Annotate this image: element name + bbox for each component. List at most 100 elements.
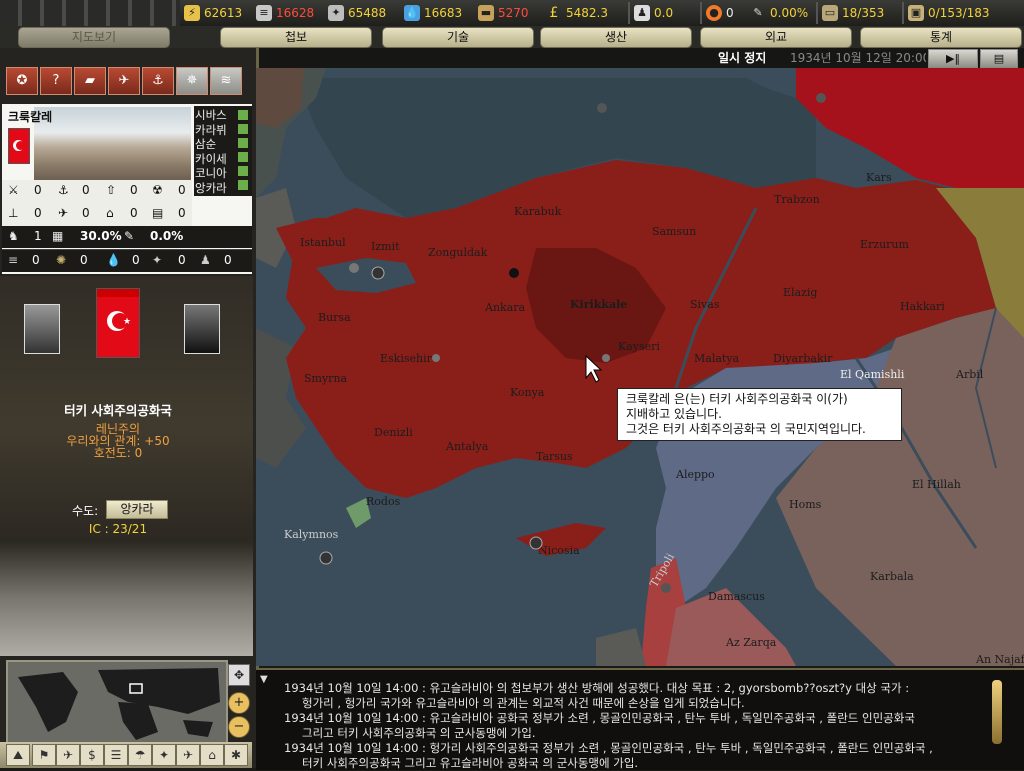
- resource-dissent: ✎ 0.00%: [750, 4, 808, 22]
- log-collapse-icon[interactable]: ▼: [260, 674, 268, 685]
- oil-icon: 💧: [404, 5, 420, 21]
- log-scrollbar[interactable]: [992, 680, 1002, 744]
- nuclear-icon: ☢: [152, 183, 163, 197]
- rocket-icon: ⇧: [106, 183, 117, 197]
- building-item[interactable]: 카이세: [195, 152, 227, 167]
- resistance-icon: ♞: [8, 229, 19, 243]
- nation-flag[interactable]: ★: [96, 288, 140, 358]
- resource-energy: ⚡ 62613: [184, 4, 242, 22]
- stat-navalbase: 0: [82, 183, 90, 197]
- supply-mode-icon[interactable]: ✈: [56, 744, 80, 766]
- toolbar-info-button[interactable]: ?: [40, 67, 72, 95]
- nation-emblem: [0, 0, 180, 26]
- building-item[interactable]: 삼순: [195, 137, 227, 152]
- minister-portrait[interactable]: [184, 304, 220, 354]
- naval-base-icon: ⚓: [58, 183, 69, 197]
- minimap[interactable]: [6, 660, 228, 744]
- manpower-icon: ♟: [200, 253, 211, 267]
- label-arbil: Arbil: [955, 368, 984, 381]
- label-kayseri: Kayseri: [618, 340, 660, 353]
- stat-flak: 0: [34, 206, 42, 220]
- stat-oil: 0: [132, 253, 140, 267]
- building-item[interactable]: 코니아: [195, 166, 227, 181]
- leader-portrait[interactable]: [24, 304, 60, 354]
- province-resources: ≡ 0 ✺ 0 💧 0 ✦ 0 ♟ 0: [2, 249, 252, 272]
- stat-manpower: 0: [224, 253, 232, 267]
- menu-button[interactable]: ▤: [980, 49, 1018, 68]
- resource-oil: 💧 16683: [404, 5, 463, 21]
- toolbar-fleet-button[interactable]: ≋: [210, 67, 242, 95]
- infrastructure-icon: ▦: [52, 229, 64, 243]
- toolbar-navy-button[interactable]: ⚓: [142, 67, 174, 95]
- building-item[interactable]: 시바스: [195, 108, 227, 123]
- supply-icon: ▤: [152, 206, 164, 220]
- label-smyrna: Smyrna: [304, 372, 348, 385]
- zoom-icon[interactable]: ✥: [228, 664, 250, 686]
- metal-icon: ✦: [152, 253, 163, 267]
- tab-stats[interactable]: 통계: [860, 27, 1022, 48]
- toolbar-air-button[interactable]: ✈: [108, 67, 140, 95]
- air-mode-icon[interactable]: ✈: [176, 744, 200, 766]
- political-mode-icon[interactable]: ⚑: [32, 744, 56, 766]
- label-homs: Homs: [789, 498, 822, 511]
- rare-icon: ✺: [56, 253, 67, 267]
- label-elazig: Elazig: [783, 286, 817, 299]
- separator: [816, 2, 818, 24]
- province-name: 크룩칼레: [8, 110, 53, 124]
- menu-icon: ▤: [993, 52, 1005, 65]
- capital-button[interactable]: 앙카라: [106, 500, 168, 519]
- resource-mode-icon[interactable]: ☰: [104, 744, 128, 766]
- anchor-icon: ⚓: [152, 73, 164, 88]
- stat-rare: 0: [80, 253, 88, 267]
- province-flag: [8, 128, 30, 164]
- zoom-out-icon[interactable]: −: [228, 716, 250, 738]
- resource-metal: ≡ 16628: [256, 4, 314, 22]
- label-denizli: Denizli: [374, 426, 413, 439]
- world-map[interactable]: Karabuk Samsun Trabzon Kars Zonguldak Is…: [256, 68, 1024, 666]
- toolbar-star-button[interactable]: ✵: [176, 67, 208, 95]
- tooltip-line: 지배하고 있습니다.: [626, 407, 722, 421]
- zoom-in-icon[interactable]: +: [228, 692, 250, 714]
- terrain-mode-icon[interactable]: ⛰: [6, 744, 30, 766]
- tab-diplomacy[interactable]: 외교: [700, 27, 852, 48]
- label-izmit: Izmit: [371, 240, 400, 253]
- rare-materials-icon: ✦: [328, 5, 344, 21]
- resource-supplies: ▬ 5270: [478, 4, 529, 22]
- toolbar-unit-button[interactable]: ✪: [6, 67, 38, 95]
- building-item[interactable]: 카라뷔: [195, 123, 227, 138]
- label-azzarqa: Az Zarqa: [725, 636, 777, 649]
- label-karabuk: Karabuk: [514, 205, 562, 218]
- play-pause-button[interactable]: ▶‖: [928, 49, 978, 68]
- weather-mode-icon[interactable]: ☂: [128, 744, 152, 766]
- log-line: 1934년 10월 10일 14:00 : 유고슬라비아 공화국 정부가 소련 …: [284, 711, 915, 725]
- fleet-icon: ≋: [220, 73, 232, 88]
- label-elhillah: El Hillah: [912, 478, 961, 491]
- stat-energy: 0: [32, 253, 40, 267]
- map-graphic: Karabuk Samsun Trabzon Kars Zonguldak Is…: [256, 68, 1024, 666]
- diplomacy-mode-icon[interactable]: ✦: [152, 744, 176, 766]
- label-ankara: Ankara: [484, 301, 526, 314]
- manpower-icon: ♟: [634, 5, 650, 21]
- tab-intel[interactable]: 첩보: [220, 27, 372, 48]
- question-icon: ?: [52, 73, 60, 88]
- resource-manpower: ♟ 0.0: [634, 4, 673, 22]
- tank-icon: ▰: [85, 73, 95, 88]
- settings-mode-icon[interactable]: ✱: [224, 744, 248, 766]
- label-antalya: Antalya: [445, 440, 489, 453]
- industry-icon: ⌂: [106, 206, 114, 220]
- separator: [700, 2, 702, 24]
- log-line: 헝가리 , 헝가리 국가와 유고슬라비아 의 관계는 외교적 사건 때문에 손상…: [302, 696, 745, 710]
- nuke-icon: ●: [706, 5, 722, 21]
- province-tooltip: 크룩칼레 은(는) 터키 사회주의공화국 이(가) 지배하고 있습니다. 그것은…: [617, 388, 902, 441]
- toolbar-armor-button[interactable]: ▰: [74, 67, 106, 95]
- label-nicosia: Nicosia: [538, 544, 580, 557]
- energy-icon: ⚡: [184, 5, 200, 21]
- economy-mode-icon[interactable]: $: [80, 744, 104, 766]
- tab-production[interactable]: 생산: [540, 27, 692, 48]
- star-icon: ✵: [186, 73, 198, 88]
- label-samsun: Samsun: [652, 225, 696, 238]
- label-eskisehir: Eskisehir: [380, 352, 433, 365]
- tab-tech[interactable]: 기술: [382, 27, 534, 48]
- base-mode-icon[interactable]: ⌂: [200, 744, 224, 766]
- tab-map[interactable]: 지도보기: [18, 27, 170, 48]
